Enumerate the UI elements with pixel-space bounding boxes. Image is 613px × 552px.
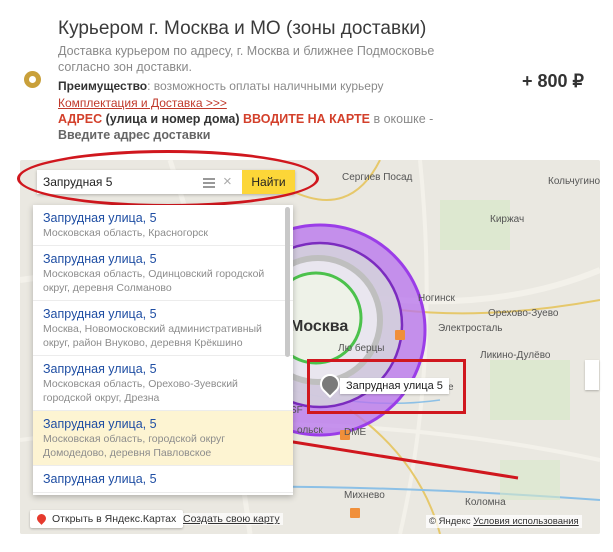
- suggestion-title: Запрудная улица, 5: [43, 362, 157, 376]
- suggestion-item[interactable]: Запрудная улица, 5 Московская область, О…: [33, 356, 293, 411]
- suggestion-title: Запрудная улица, 5: [43, 211, 157, 225]
- suggestion-title: Запрудная улица, 5: [43, 307, 157, 321]
- suggestion-item[interactable]: Запрудная улица, 5: [33, 466, 293, 493]
- copyright-text: © Яндекс: [429, 516, 471, 527]
- suggestion-subtitle: Московская область, городской округ Домо…: [43, 433, 226, 459]
- suggestion-item-selected[interactable]: Запрудная улица, 5 Московская область, г…: [33, 411, 293, 466]
- suggestion-item[interactable]: Запрудная улица, 5 Московская область, К…: [33, 205, 293, 246]
- suggestion-subtitle: Московская область, Красногорск: [43, 227, 209, 239]
- map-zoom-control[interactable]: [585, 360, 599, 390]
- map-copyright: © Яндекс Условия использования: [426, 515, 582, 528]
- suggestion-subtitle: Московская область, Орехово-Зуевский гор…: [43, 378, 238, 404]
- map-pin-red-icon: [35, 512, 48, 525]
- suggestion-title: Запрудная улица, 5: [43, 252, 157, 266]
- open-in-yandex-maps-label: Открыть в Яндекс.Картах: [52, 513, 177, 525]
- suggestion-subtitle: Московская область, Одинцовский городско…: [43, 268, 265, 294]
- suggestion-title: Запрудная улица, 5: [43, 472, 157, 486]
- terms-link[interactable]: Условия использования: [473, 516, 578, 527]
- open-in-yandex-maps-button[interactable]: Открыть в Яндекс.Картах: [30, 510, 184, 528]
- suggestion-subtitle: Москва, Новомосковский административный …: [43, 323, 262, 349]
- annotation-oval: [17, 150, 319, 207]
- suggestion-scrollbar[interactable]: [285, 207, 290, 357]
- suggestion-item[interactable]: Запрудная улица, 5 Московская область, О…: [33, 246, 293, 301]
- suggestion-list: Запрудная улица, 5 Московская область, К…: [33, 205, 293, 495]
- create-map-link[interactable]: Создать свою карту: [180, 513, 283, 525]
- suggestion-title: Запрудная улица, 5: [43, 417, 157, 431]
- pin-label: Запрудная улица 5: [340, 378, 449, 394]
- suggestion-item[interactable]: Запрудная улица, 5 Москва, Новомосковски…: [33, 301, 293, 356]
